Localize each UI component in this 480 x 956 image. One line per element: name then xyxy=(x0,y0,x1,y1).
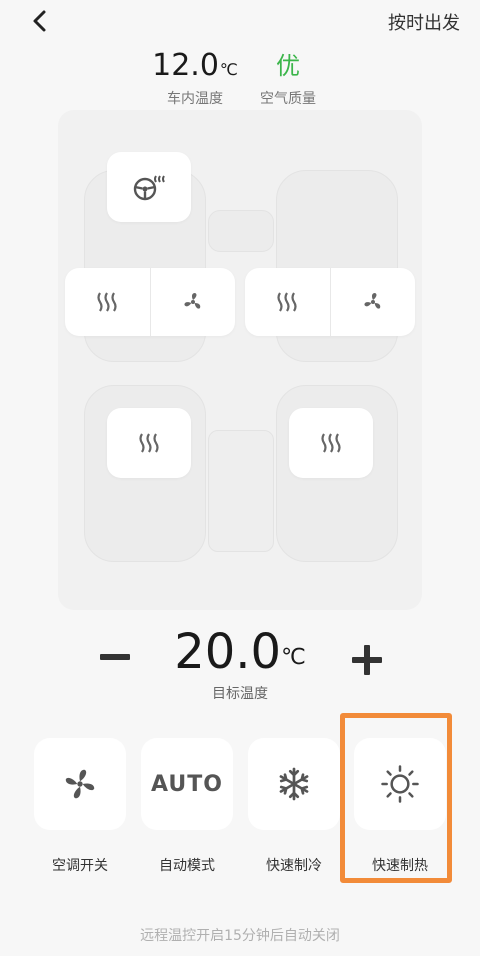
cabin-temp-unit: ℃ xyxy=(219,60,238,79)
air-quality-value: 优 xyxy=(276,52,300,80)
front-left-seat-heat-button[interactable] xyxy=(65,268,150,336)
cabin-temperature: 12.0℃ 车内温度 xyxy=(150,46,240,108)
air-quality: 优 空气质量 xyxy=(248,46,328,108)
snowflake-icon xyxy=(279,767,309,801)
cabin-temp-label: 车内温度 xyxy=(167,91,223,107)
scheduled-departure-link[interactable]: 按时出发 xyxy=(388,9,460,35)
quick-cool-label: 快速制冷 xyxy=(266,858,322,874)
front-right-seat-controls xyxy=(245,268,415,336)
target-temp-value: 20.0 xyxy=(174,624,282,680)
fan-icon xyxy=(364,293,381,309)
cabin-temp-value: 12.0 xyxy=(152,48,219,83)
ac-power-label: 空调开关 xyxy=(52,858,108,874)
front-right-seat-vent-button[interactable] xyxy=(329,268,416,336)
back-button[interactable] xyxy=(26,6,56,36)
steering-wheel-heat-button[interactable] xyxy=(107,152,191,222)
air-quality-label: 空气质量 xyxy=(260,91,316,107)
front-left-seat-controls xyxy=(65,268,235,336)
fan-icon xyxy=(184,293,201,309)
seat-heat-icon xyxy=(277,292,297,312)
auto-off-note: 远程温控开启15分钟后自动关闭 xyxy=(140,928,340,944)
quick-cool-button[interactable] xyxy=(248,738,340,830)
steering-wheel-heat-icon xyxy=(133,175,165,201)
front-left-seat-vent-button[interactable] xyxy=(149,268,236,336)
highlight-box xyxy=(340,713,452,883)
seat-heat-icon xyxy=(321,433,341,453)
target-temp-unit: ℃ xyxy=(281,645,306,670)
seat-heat-icon xyxy=(97,292,117,312)
temperature-increase-button[interactable] xyxy=(350,643,384,677)
chevron-left-icon xyxy=(33,10,46,32)
ac-power-button[interactable] xyxy=(34,738,126,830)
rear-left-seat-heat-button[interactable] xyxy=(107,408,191,478)
target-temp-label: 目标温度 xyxy=(212,686,268,702)
target-temperature: 20.0℃ xyxy=(0,624,480,680)
fan-icon xyxy=(65,769,95,799)
auto-text: AUTO xyxy=(151,771,223,797)
auto-mode-label: 自动模式 xyxy=(159,858,215,874)
auto-mode-button[interactable]: AUTO xyxy=(141,738,233,830)
seat-heat-icon xyxy=(139,433,159,453)
rear-right-seat-heat-button[interactable] xyxy=(289,408,373,478)
front-right-seat-heat-button[interactable] xyxy=(245,268,330,336)
